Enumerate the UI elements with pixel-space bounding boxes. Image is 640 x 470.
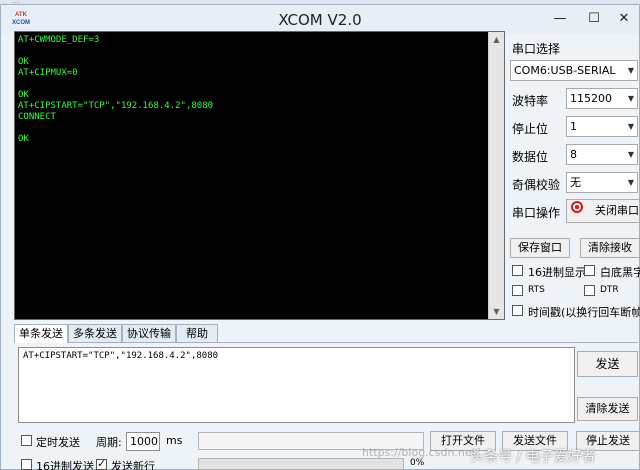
clear-send-button[interactable]: 清除发送 <box>577 397 638 421</box>
minimize-icon[interactable]: — <box>549 9 571 29</box>
dtr-label: DTR <box>600 285 619 295</box>
baud-select[interactable]: 115200 ▼ <box>566 88 638 109</box>
timed-send-checkbox[interactable] <box>21 435 32 446</box>
url-watermark: https://blog.csdn.net/ <box>362 446 480 459</box>
send-newline-label: 发送新行 <box>111 460 155 470</box>
send-progress-bar <box>198 458 404 470</box>
period-label: 周期: <box>96 436 122 449</box>
port-label: 串口选择 <box>512 42 561 56</box>
rts-label: RTS <box>528 285 545 295</box>
port-status-icon <box>571 201 583 213</box>
databits-value: 8 <box>570 148 577 161</box>
receive-scrollbar[interactable]: ▲ ▼ <box>488 32 504 319</box>
operation-label: 串口操作 <box>512 206 561 220</box>
timestamp-checkbox[interactable] <box>512 305 523 316</box>
period-input[interactable]: 1000 <box>126 432 160 451</box>
receive-terminal[interactable]: AT+CWMODE_DEF=3 OK AT+CIPMUX=0 OK AT+CIP… <box>14 31 505 320</box>
brand-watermark: 头条号 / 电子爱好者 <box>470 449 596 465</box>
stopbits-select[interactable]: 1 ▼ <box>566 116 638 137</box>
white-black-label: 白底黑字 <box>600 266 640 279</box>
tab-multi-send[interactable]: 多条发送 <box>68 324 122 342</box>
port-value: COM6:USB-SERIAL <box>514 64 616 77</box>
title-bar: ATK XCOM XCOM V2.0 — ☐ ✕ <box>1 5 639 33</box>
parity-value: 无 <box>570 176 581 189</box>
databits-select[interactable]: 8 ▼ <box>566 144 638 165</box>
tab-protocol[interactable]: 协议传输 <box>122 324 176 342</box>
stopbits-label: 停止位 <box>512 122 549 136</box>
window-title: XCOM V2.0 <box>278 11 362 29</box>
close-icon[interactable]: ✕ <box>613 9 635 29</box>
scroll-up-icon[interactable]: ▲ <box>489 32 504 47</box>
send-textarea[interactable]: AT+CIPSTART="TCP","192.168.4.2",8080 <box>18 347 575 423</box>
dtr-checkbox[interactable] <box>584 285 595 296</box>
close-port-label: 关闭串口 <box>595 204 639 217</box>
baud-value: 115200 <box>570 92 612 105</box>
chevron-down-icon: ▼ <box>627 66 634 75</box>
parity-label: 奇偶校验 <box>512 178 561 192</box>
hex-display-checkbox[interactable] <box>512 265 523 276</box>
send-button[interactable]: 发送 <box>577 351 638 377</box>
tab-single-send[interactable]: 单条发送 <box>14 324 68 343</box>
progress-text: 0% <box>410 458 425 468</box>
chevron-down-icon: ▼ <box>627 150 634 159</box>
timestamp-label: 时间戳(以换行回车断帧) <box>528 306 640 319</box>
timed-send-label: 定时发送 <box>36 436 80 449</box>
clear-receive-button[interactable]: 清除接收 <box>580 238 640 258</box>
tab-divider <box>14 342 638 343</box>
hex-display-label: 16进制显示 <box>528 266 586 279</box>
tab-help[interactable]: 帮助 <box>176 324 218 342</box>
stopbits-value: 1 <box>570 120 577 133</box>
databits-label: 数据位 <box>512 150 549 164</box>
scroll-down-icon[interactable]: ▼ <box>489 304 504 319</box>
hex-send-checkbox[interactable] <box>21 459 32 470</box>
chevron-down-icon: ▼ <box>627 122 634 131</box>
maximize-icon[interactable]: ☐ <box>583 9 605 29</box>
period-unit: ms <box>166 434 183 447</box>
port-select[interactable]: COM6:USB-SERIAL ▼ <box>510 60 638 81</box>
hex-send-label: 16进制发送 <box>36 460 94 470</box>
chevron-down-icon: ▼ <box>627 178 634 187</box>
receive-text: AT+CWMODE_DEF=3 OK AT+CIPMUX=0 OK AT+CIP… <box>18 35 214 144</box>
parity-select[interactable]: 无 ▼ <box>566 172 638 193</box>
save-window-button[interactable]: 保存窗口 <box>510 238 570 258</box>
rts-checkbox[interactable] <box>512 285 523 296</box>
white-black-checkbox[interactable] <box>584 265 595 276</box>
baud-label: 波特率 <box>512 94 549 108</box>
send-newline-checkbox[interactable] <box>96 457 107 470</box>
chevron-down-icon: ▼ <box>627 94 634 103</box>
